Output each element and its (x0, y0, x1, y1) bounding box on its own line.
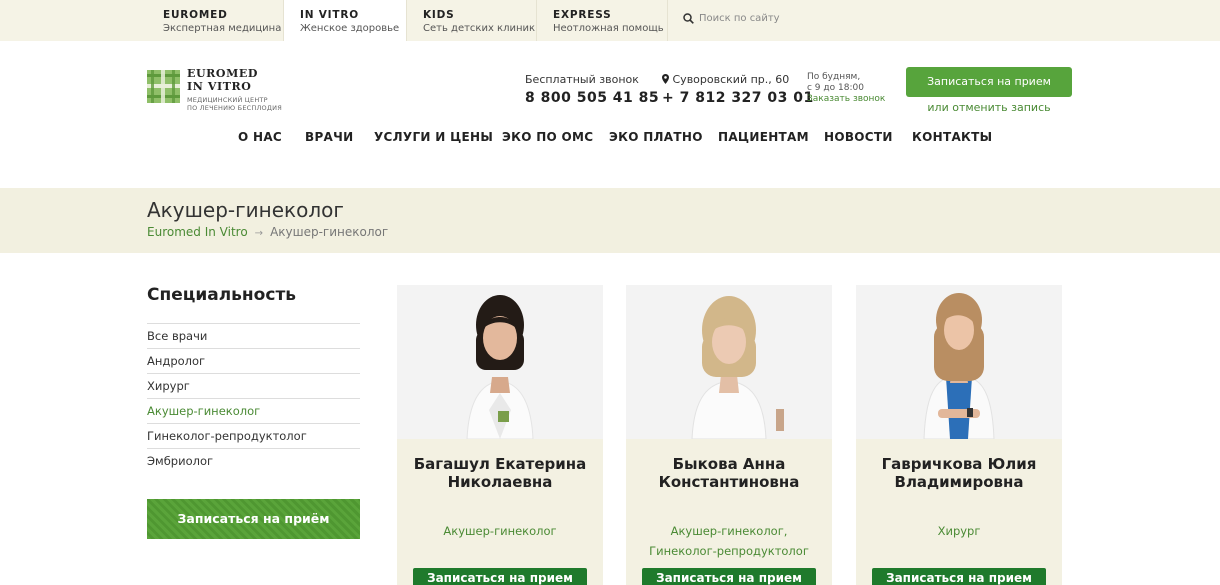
nav-news[interactable]: НОВОСТИ (824, 130, 893, 144)
logo-line-2: IN VITRO (187, 80, 252, 93)
map-pin-icon (662, 74, 669, 84)
tab-kids[interactable]: KIDS Сеть детских клиник (407, 0, 537, 41)
free-call-block: Бесплатный звонок 8 800 505 41 85 (525, 73, 659, 106)
doctor-name[interactable]: Гавричкова Юлия Владимировна (856, 455, 1062, 491)
site-logo[interactable]: EUROMED IN VITRO МЕДИЦИНСКИЙ ЦЕНТР ПО ЛЕ… (147, 68, 287, 116)
hours-line-1: По будням, (807, 72, 861, 82)
tab-euromed-title: EUROMED (163, 9, 228, 21)
clinic-phone[interactable]: + 7 812 327 03 01 (662, 90, 814, 106)
doctor-name-line-1: Гавричкова Юлия (881, 455, 1037, 473)
tab-express-subtitle: Неотложная помощь (553, 23, 664, 34)
tab-in-vitro-title: IN VITRO (300, 9, 359, 21)
doctor-specialty-line-1[interactable]: Хирург (856, 521, 1062, 541)
doctor-name-line-1: Багашул Екатерина (413, 455, 587, 473)
nav-services-prices[interactable]: УСЛУГИ И ЦЕНЫ (374, 130, 493, 144)
specialty-all-doctors[interactable]: Все врачи (147, 323, 360, 348)
doctor-photo[interactable] (397, 285, 603, 439)
doctor-name-line-2: Константиновна (658, 473, 800, 491)
sidebar-book-button[interactable]: Записаться на приём (147, 499, 360, 539)
work-hours: По будням, с 9 до 18:00 Заказать звонок (807, 72, 885, 105)
free-call-label: Бесплатный звонок (525, 73, 639, 86)
doctor-photo[interactable] (856, 285, 1062, 439)
search-icon (683, 13, 694, 24)
specialty-embryologist[interactable]: Эмбриолог (147, 448, 360, 473)
tab-kids-subtitle: Сеть детских клиник (423, 23, 536, 34)
order-call-link[interactable]: Заказать звонок (807, 94, 885, 105)
doctor-card[interactable]: Гавричкова Юлия Владимировна Хирург Запи… (856, 285, 1062, 585)
nav-patients[interactable]: ПАЦИЕНТАМ (718, 130, 809, 144)
logo-line-3: МЕДИЦИНСКИЙ ЦЕНТР (187, 96, 268, 104)
doctor-card[interactable]: Багашул Екатерина Николаевна Акушер-гине… (397, 285, 603, 585)
logo-line-1: EUROMED (187, 67, 259, 80)
tab-express-title: EXPRESS (553, 9, 612, 21)
tab-in-vitro-subtitle: Женское здоровье (300, 23, 400, 34)
specialty-obstetrician-gynecologist[interactable]: Акушер-гинеколог (147, 398, 360, 423)
breadcrumb: Euromed In Vitro → Акушер-гинеколог (147, 225, 388, 239)
doctor-specialty-line-2[interactable]: Гинеколог-репродуктолог (626, 541, 832, 561)
free-call-number[interactable]: 8 800 505 41 85 (525, 90, 659, 106)
doctor-name-line-2: Владимировна (894, 473, 1024, 491)
doctor-name[interactable]: Быкова Анна Константиновна (626, 455, 832, 491)
logo-plaid-icon (147, 70, 180, 103)
doctor-book-button[interactable]: Записаться на прием (642, 568, 816, 585)
tab-kids-title: KIDS (423, 9, 455, 21)
cancel-appointment-link[interactable]: или отменить запись (906, 101, 1072, 114)
page-header-band: Акушер-гинеколог Euromed In Vitro → Акушер… (0, 188, 1220, 253)
top-site-switcher: EUROMED Экспертная медицина IN VITRO Жен… (0, 0, 1220, 41)
nav-contacts[interactable]: КОНТАКТЫ (912, 130, 992, 144)
site-search[interactable]: Поиск по сайту (668, 0, 1220, 41)
doctor-photo[interactable] (626, 285, 832, 439)
specialty-reproductologist[interactable]: Гинеколог-репродуктолог (147, 423, 360, 448)
address-line: Суворовский пр., 60 (662, 73, 814, 86)
specialty-surgeon[interactable]: Хирург (147, 373, 360, 398)
tab-euromed[interactable]: EUROMED Экспертная медицина (147, 0, 284, 41)
doctor-specialty: Хирург (856, 521, 1062, 541)
doctor-specialty-line-1[interactable]: Акушер-гинеколог, (626, 521, 832, 541)
specialty-andrologist[interactable]: Андролог (147, 348, 360, 373)
book-appointment-button[interactable]: Записаться на прием (906, 67, 1072, 97)
address-text: Суворовский пр., 60 (672, 73, 790, 86)
doctor-book-button[interactable]: Записаться на прием (413, 568, 587, 585)
address-block: Суворовский пр., 60 + 7 812 327 03 01 (662, 73, 814, 106)
doctor-specialty: Акушер-гинеколог, Гинеколог-репродуктоло… (626, 521, 832, 561)
hours-line-2: с 9 до 18:00 (807, 83, 864, 93)
doctor-card[interactable]: Быкова Анна Константиновна Акушер-гинеко… (626, 285, 832, 585)
doctor-name[interactable]: Багашул Екатерина Николаевна (397, 455, 603, 491)
doctor-name-line-1: Быкова Анна (672, 455, 786, 473)
doctor-book-button[interactable]: Записаться на прием (872, 568, 1046, 585)
breadcrumb-arrow-icon: → (254, 228, 264, 239)
doctor-specialty-line-1[interactable]: Акушер-гинеколог (397, 521, 603, 541)
search-placeholder: Поиск по сайту (699, 13, 780, 24)
tab-express[interactable]: EXPRESS Неотложная помощь (537, 0, 668, 41)
nav-doctors[interactable]: ВРАЧИ (305, 130, 353, 144)
tab-euromed-subtitle: Экспертная медицина (163, 23, 282, 34)
nav-eco-oms[interactable]: ЭКО ПО ОМС (502, 130, 593, 144)
logo-line-4: ПО ЛЕЧЕНИЮ БЕСПЛОДИЯ (187, 104, 282, 112)
breadcrumb-home[interactable]: Euromed In Vitro (147, 225, 248, 239)
doctor-specialty: Акушер-гинеколог (397, 521, 603, 541)
nav-eco-paid[interactable]: ЭКО ПЛАТНО (609, 130, 703, 144)
page-title: Акушер-гинеколог (147, 198, 344, 222)
breadcrumb-current: Акушер-гинеколог (270, 225, 389, 239)
specialty-heading: Специальность (147, 285, 297, 305)
nav-about[interactable]: О НАС (238, 130, 282, 144)
specialty-list: Все врачи Андролог Хирург Акушер-гинекол… (147, 323, 360, 473)
tab-in-vitro[interactable]: IN VITRO Женское здоровье (284, 0, 407, 41)
doctor-name-line-2: Николаевна (447, 473, 553, 491)
